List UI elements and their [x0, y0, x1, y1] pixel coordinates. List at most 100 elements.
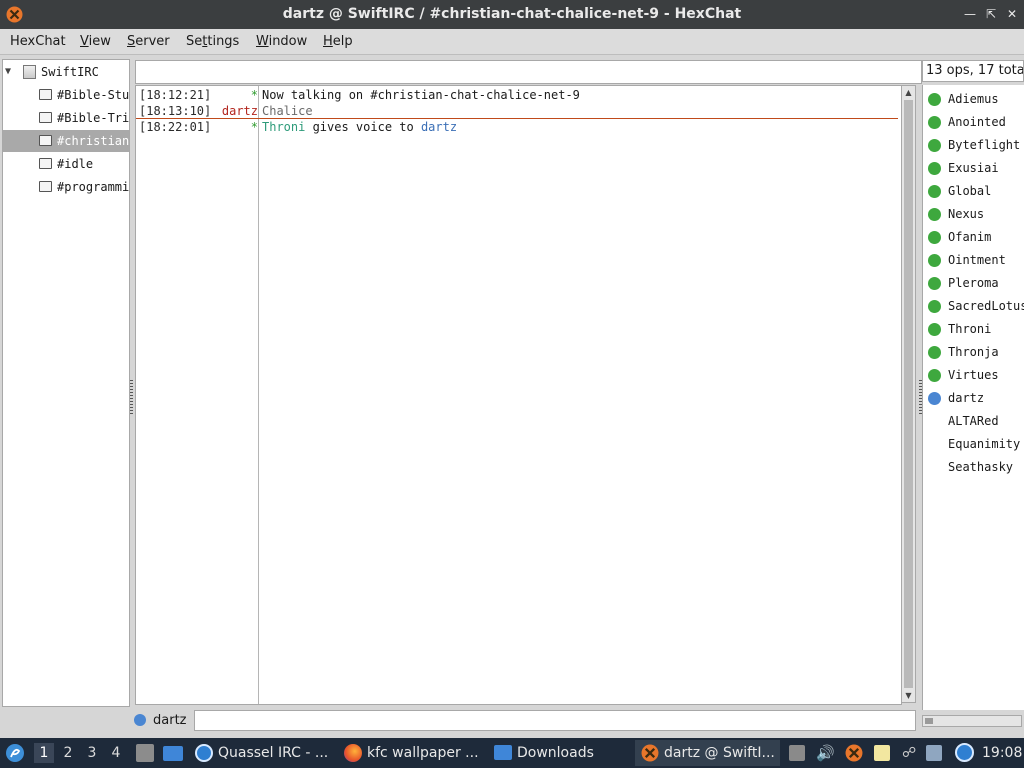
workspace-1[interactable]: 1	[34, 743, 54, 763]
menu-server[interactable]: Server	[127, 29, 170, 54]
clock[interactable]: 19:08	[982, 738, 1022, 768]
operator-status-icon	[928, 231, 941, 244]
tree-channel-selected[interactable]: #christian	[3, 130, 129, 152]
voice-status-icon	[928, 392, 941, 405]
firefox-icon	[344, 744, 362, 762]
network-icon[interactable]: ☍	[902, 745, 918, 761]
operator-status-icon	[928, 208, 941, 221]
user-list-item[interactable]: Equanimity	[923, 433, 1024, 456]
user-nick: Equanimity	[948, 437, 1021, 451]
taskbar-window-label: Quassel IRC - ...	[218, 745, 329, 761]
user-list-item[interactable]: Pleroma	[923, 272, 1024, 295]
taskbar-window-quassel[interactable]: Quassel IRC - ...	[190, 740, 330, 766]
workspace-2[interactable]: 2	[58, 743, 78, 763]
chat-text: Now talking on	[262, 88, 371, 102]
nick-button[interactable]: dartz	[131, 710, 191, 731]
user-list-item[interactable]: Throni	[923, 318, 1024, 341]
user-list-item[interactable]: ALTARed	[923, 410, 1024, 433]
channel-icon	[39, 112, 52, 123]
userlist-hscrollbar[interactable]	[922, 715, 1022, 727]
chat-timestamp: [18:13:10]	[139, 104, 212, 118]
user-list[interactable]: Adiemus Anointed Byteflight Exusiai Global Ne…	[922, 85, 1024, 710]
chat-nick-mention[interactable]: dartz	[421, 120, 457, 134]
user-list-item[interactable]: Seathasky	[923, 456, 1024, 479]
channel-tree: ▼ SwiftIRC #Bible-Stu #Bible-Tri #christ…	[2, 59, 130, 707]
menu-window[interactable]: Window	[256, 29, 307, 54]
message-input[interactable]	[194, 710, 916, 731]
scroll-down-icon[interactable]: ▼	[903, 690, 914, 701]
user-list-item[interactable]: Virtues	[923, 364, 1024, 387]
user-list-item[interactable]: dartz	[923, 387, 1024, 410]
chat-line: [18:12:21] * Now talking on #christian-c…	[136, 87, 901, 103]
scrollbar-thumb[interactable]	[904, 100, 913, 688]
operator-status-icon	[928, 369, 941, 382]
file-manager-launcher-icon[interactable]	[136, 744, 154, 762]
minimize-icon[interactable]: —	[962, 6, 978, 22]
chat-buffer[interactable]: [18:12:21] * Now talking on #christian-c…	[135, 85, 902, 705]
user-nick: Ointment	[948, 253, 1006, 267]
chat-nick-mention[interactable]: Throni	[262, 120, 305, 134]
quassel-tray-icon[interactable]	[955, 743, 974, 762]
pane-resize-grip-left[interactable]	[130, 380, 133, 416]
topic-field[interactable]	[135, 60, 922, 84]
workspace-3[interactable]: 3	[82, 743, 102, 763]
user-count-label: 13 ops, 17 total	[922, 60, 1024, 82]
operator-status-icon	[928, 185, 941, 198]
taskbar-window-firefox[interactable]: kfc wallpaper ...	[340, 740, 485, 766]
taskbar-window-label: dartz @ SwiftI...	[664, 745, 775, 761]
user-nick: Seathasky	[948, 460, 1014, 474]
chat-scrollbar[interactable]: ▲ ▼	[901, 85, 916, 703]
operator-status-icon	[928, 162, 941, 175]
channel-link[interactable]: #christian-chat-chalice-net-9	[370, 88, 580, 102]
updates-tray-icon[interactable]	[926, 745, 942, 761]
channel-icon	[39, 89, 52, 100]
user-list-item[interactable]: Thronja	[923, 341, 1024, 364]
user-list-item[interactable]: Byteflight	[923, 134, 1024, 157]
user-nick: Ofanim	[948, 230, 992, 244]
user-list-item[interactable]: Nexus	[923, 203, 1024, 226]
user-list-item[interactable]: Anointed	[923, 111, 1024, 134]
maximize-icon[interactable]: ⇱	[983, 6, 999, 22]
show-desktop-icon[interactable]	[163, 746, 183, 761]
menu-bar: HexChat View Server Settings Window Help	[0, 29, 1024, 55]
user-list-item[interactable]: Adiemus	[923, 88, 1024, 111]
user-nick: ALTARed	[948, 414, 999, 428]
window-title: dartz @ SwiftIRC / #christian-chat-chali…	[282, 6, 742, 22]
taskbar-window-hexchat[interactable]: dartz @ SwiftI...	[635, 740, 780, 766]
user-list-item[interactable]: Global	[923, 180, 1024, 203]
user-nick: Global	[948, 184, 992, 198]
chat-nick[interactable]: dartz	[222, 103, 258, 119]
scrollbar-thumb[interactable]	[925, 718, 933, 724]
tree-channel[interactable]: #Bible-Tri	[3, 107, 129, 129]
tree-channel[interactable]: #idle	[3, 153, 129, 175]
taskbar-window-downloads[interactable]: Downloads	[490, 740, 630, 766]
tree-channel[interactable]: #Bible-Stu	[3, 84, 129, 106]
clipboard-tray-icon[interactable]	[789, 745, 805, 761]
user-list-item[interactable]: SacredLotus	[923, 295, 1024, 318]
tree-channel[interactable]: #programmi	[3, 176, 129, 198]
operator-status-icon	[928, 300, 941, 313]
scroll-up-icon[interactable]: ▲	[903, 87, 914, 98]
chat-timestamp: [18:12:21]	[139, 88, 212, 102]
tree-server-swiftirc[interactable]: ▼ SwiftIRC	[3, 61, 129, 83]
menu-view[interactable]: View	[80, 29, 111, 54]
hexchat-tray-icon[interactable]	[845, 744, 863, 762]
user-list-item[interactable]: Ointment	[923, 249, 1024, 272]
chat-text: gives voice to	[305, 120, 421, 134]
channel-label: #christian	[57, 134, 129, 148]
menu-help[interactable]: Help	[323, 29, 353, 54]
user-list-item[interactable]: Ofanim	[923, 226, 1024, 249]
close-icon[interactable]: ✕	[1004, 6, 1020, 22]
channel-label: #Bible-Stu	[57, 88, 129, 102]
channel-icon	[39, 135, 52, 146]
user-list-item[interactable]: Exusiai	[923, 157, 1024, 180]
volume-icon[interactable]: 🔊	[816, 745, 835, 761]
notes-tray-icon[interactable]	[874, 745, 890, 761]
start-menu-icon[interactable]	[5, 743, 25, 763]
expander-down-icon[interactable]: ▼	[5, 61, 11, 83]
workspace-4[interactable]: 4	[106, 743, 126, 763]
menu-hexchat[interactable]: HexChat	[10, 29, 66, 54]
menu-settings[interactable]: Settings	[186, 29, 239, 54]
operator-status-icon	[928, 346, 941, 359]
nick-label: dartz	[153, 713, 187, 728]
